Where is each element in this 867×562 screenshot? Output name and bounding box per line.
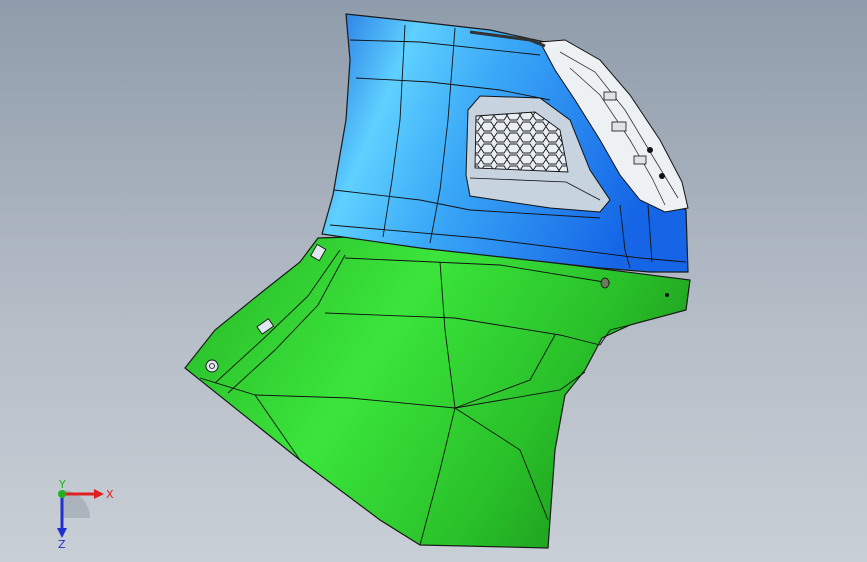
axis-triad: X Y Z <box>57 480 114 550</box>
z-axis-label: Z <box>58 538 66 550</box>
upper-bumper-part[interactable] <box>321 13 689 273</box>
cad-graphics-viewport[interactable]: X Y Z <box>0 0 867 562</box>
lower-bumper-part[interactable] <box>184 236 691 549</box>
y-axis-label: Y <box>58 480 66 491</box>
x-axis-label: X <box>106 488 114 501</box>
y-axis-dot <box>58 490 66 498</box>
x-arrow <box>94 489 104 499</box>
z-arrow <box>57 528 67 538</box>
bumper-model[interactable] <box>0 0 867 562</box>
